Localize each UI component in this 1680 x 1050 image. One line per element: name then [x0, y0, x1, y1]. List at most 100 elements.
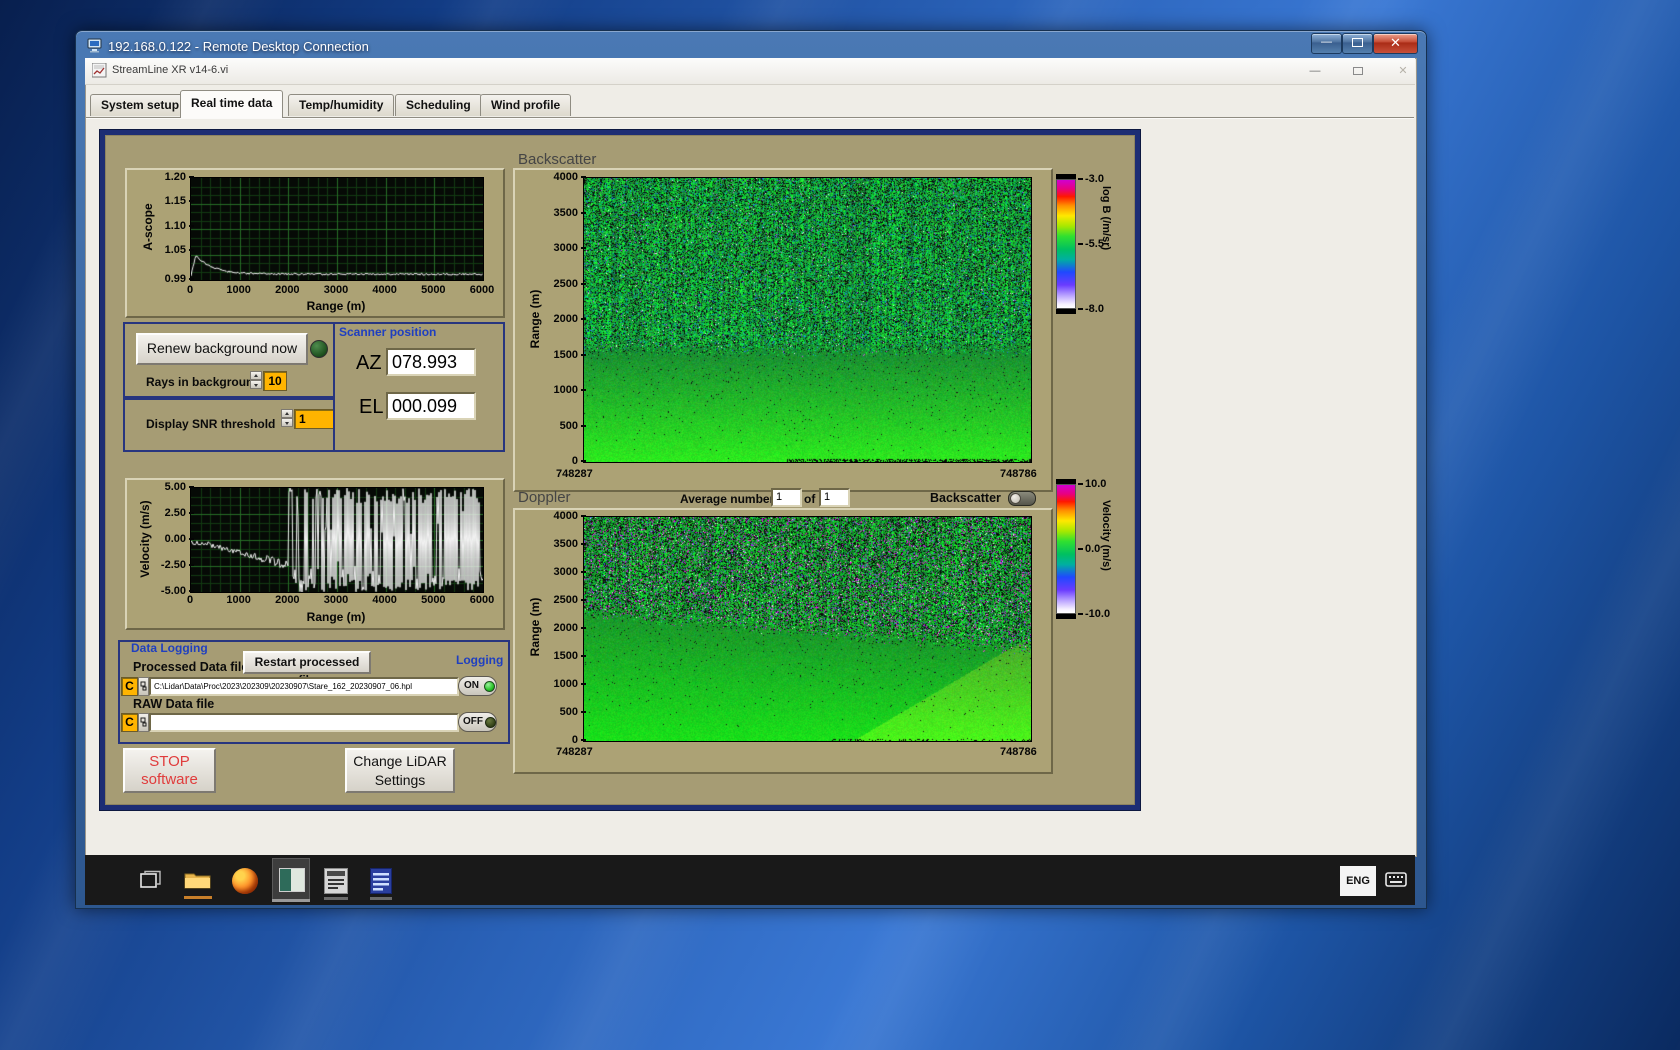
average-total-field[interactable]: 1	[819, 488, 850, 507]
axis-tick-label: 2500	[536, 594, 578, 606]
renew-background-button[interactable]: Renew background now	[136, 333, 308, 365]
axis-tick-label: 3500	[536, 207, 578, 219]
axis-tick-label: 3000	[536, 566, 578, 578]
backscatter-colorbar[interactable]	[1056, 179, 1076, 309]
touch-keyboard-icon[interactable]	[1385, 872, 1407, 889]
processed-drive-selector[interactable]: C	[121, 677, 138, 696]
active-app-taskbar-button[interactable]	[272, 858, 310, 902]
scan-scheduler-icon[interactable]	[324, 868, 348, 894]
document-app-underline	[370, 897, 392, 900]
tab-system-setup[interactable]: System setup	[90, 94, 190, 116]
processed-path-field[interactable]: C:\Lidar\Data\Proc\2023\202309\20230907\…	[149, 677, 459, 696]
snr-threshold-value[interactable]: 1	[294, 409, 335, 429]
stepper-up-icon[interactable]	[281, 409, 293, 418]
change-line1: Change LiDAR	[347, 752, 453, 771]
processed-path-browse-icon[interactable]	[138, 677, 149, 696]
average-number-field[interactable]: 1	[771, 488, 802, 507]
firefox-icon[interactable]	[232, 868, 258, 894]
axis-tick-mark	[189, 225, 194, 227]
axis-tick-label: 1.20	[144, 171, 186, 183]
axis-tick-label: 6000	[462, 594, 502, 606]
scan-scheduler-underline	[324, 897, 348, 900]
doppler-heatmap	[583, 516, 1032, 742]
snr-threshold-stepper[interactable]	[281, 409, 293, 429]
velocity-plot	[190, 487, 484, 593]
rays-in-background-value[interactable]: 10	[263, 371, 287, 391]
scanner-position-box	[333, 322, 505, 452]
task-view-icon[interactable]	[140, 870, 162, 890]
axis-tick-label: 0.0	[1085, 543, 1125, 555]
rays-in-background-label: Rays in background	[146, 375, 261, 389]
of-label: of	[804, 492, 815, 506]
raw-path-browse-icon[interactable]	[138, 713, 149, 732]
processed-data-file-label: Processed Data file	[133, 660, 248, 674]
stepper-down-icon[interactable]	[250, 380, 262, 389]
axis-tick-label: 6000	[462, 284, 502, 296]
tab-scheduling[interactable]: Scheduling	[395, 94, 482, 116]
backscatter-doppler-toggle[interactable]	[1008, 491, 1036, 506]
el-value-field[interactable]: 000.099	[386, 392, 476, 420]
axis-tick-mark	[581, 354, 586, 356]
stepper-down-icon[interactable]	[281, 418, 293, 427]
axis-tick-label: 1.05	[144, 244, 186, 256]
app-minimize-button[interactable]: —	[1300, 63, 1330, 80]
axis-tick-label: 4000	[365, 284, 405, 296]
velocity-x-axis-label: Range (m)	[296, 610, 376, 624]
tab-wind-profile[interactable]: Wind profile	[480, 94, 571, 116]
axis-tick-mark	[581, 212, 586, 214]
axis-tick-label: 1000	[536, 678, 578, 690]
close-icon: ✕	[1390, 35, 1401, 50]
rdp-minimize-button[interactable]: —	[1311, 33, 1342, 54]
stepper-up-icon[interactable]	[250, 371, 262, 380]
app-close-button[interactable]: ✕	[1388, 63, 1418, 80]
axis-tick-mark	[581, 739, 586, 741]
restart-processed-file-button[interactable]: Restart processed file	[243, 651, 371, 674]
axis-tick-mark	[581, 460, 586, 462]
tab-strip-baseline	[86, 117, 1414, 119]
axis-tick-mark	[581, 543, 586, 545]
toggle-on-label: ON	[464, 680, 479, 691]
ascope-x-axis-label: Range (m)	[296, 299, 376, 313]
axis-tick-label: 5000	[413, 594, 453, 606]
axis-tick-mark	[189, 176, 194, 178]
raw-path-field[interactable]	[149, 713, 459, 732]
axis-tick-label: 4000	[536, 171, 578, 183]
axis-tick-mark	[189, 590, 194, 592]
stop-software-button[interactable]: STOP software	[123, 748, 216, 793]
axis-tick-mark	[581, 711, 586, 713]
axis-tick-mark	[581, 655, 586, 657]
change-lidar-settings-button[interactable]: Change LiDAR Settings	[345, 748, 455, 793]
az-value-field[interactable]: 078.993	[386, 348, 476, 376]
raw-data-file-label: RAW Data file	[133, 697, 214, 711]
tab-real-time-data[interactable]: Real time data	[180, 90, 283, 118]
axis-tick-label: -10.0	[1085, 608, 1125, 620]
axis-tick-mark	[189, 512, 194, 514]
app-titlebar	[85, 58, 1415, 85]
axis-tick-mark	[189, 538, 194, 540]
raw-logging-toggle[interactable]: OFF	[458, 712, 497, 732]
file-explorer-icon[interactable]	[184, 870, 212, 890]
axis-tick-mark	[581, 389, 586, 391]
axis-tick-label: 1500	[536, 650, 578, 662]
rays-in-background-stepper[interactable]	[250, 371, 262, 391]
raw-drive-selector[interactable]: C	[121, 713, 138, 732]
axis-tick-label: 1500	[536, 349, 578, 361]
tab-temp-humidity[interactable]: Temp/humidity	[288, 94, 394, 116]
logging-on-led	[484, 681, 495, 692]
axis-tick-label: 2000	[536, 622, 578, 634]
logging-label: Logging	[456, 653, 503, 667]
processed-logging-toggle[interactable]: ON	[458, 676, 497, 696]
axis-tick-mark	[189, 200, 194, 202]
axis-tick-label: 2.50	[144, 507, 186, 519]
doppler-colorbar[interactable]	[1056, 484, 1076, 614]
axis-tick-mark	[189, 249, 194, 251]
axis-tick-mark	[189, 486, 194, 488]
rdp-close-button[interactable]: ✕	[1373, 33, 1418, 54]
doppler-x-end: 748786	[1000, 746, 1037, 758]
app-restore-button[interactable]	[1343, 63, 1373, 80]
document-app-icon[interactable]	[370, 868, 392, 894]
axis-tick-label: 0	[536, 455, 578, 467]
axis-tick-label: 1.10	[144, 220, 186, 232]
rdp-maximize-button[interactable]	[1342, 33, 1373, 54]
language-indicator[interactable]: ENG	[1340, 866, 1376, 896]
